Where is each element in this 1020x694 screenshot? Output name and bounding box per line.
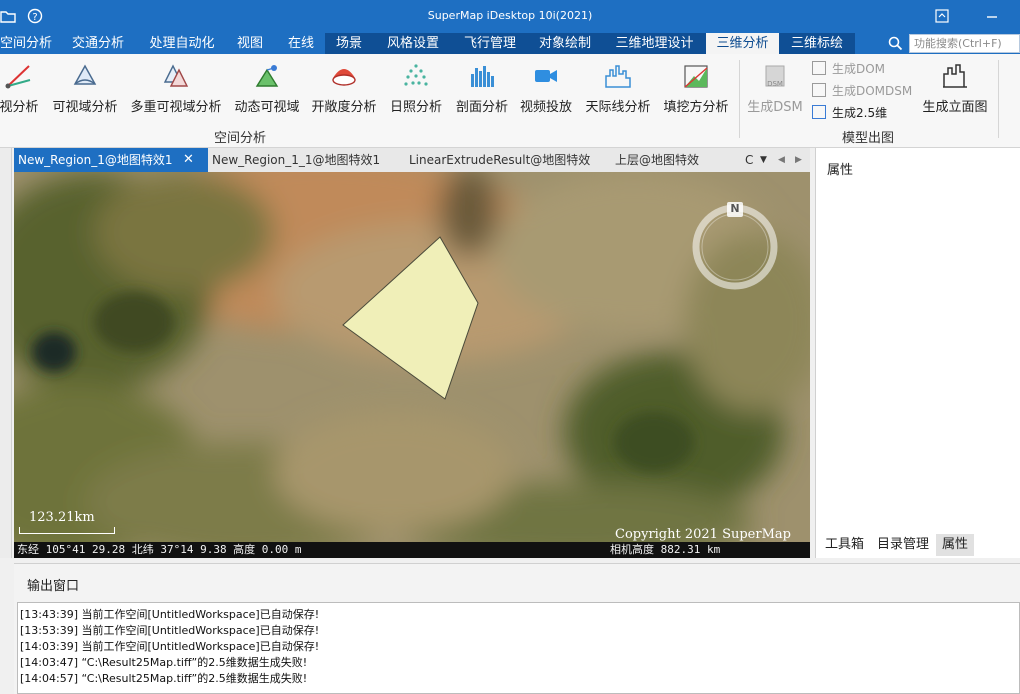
properties-title: 属性 [827, 163, 854, 178]
skyline-icon [605, 65, 631, 88]
tab-scroll-left-icon[interactable]: ◀ [774, 148, 789, 172]
restore-ribbon-icon[interactable] [934, 8, 950, 24]
doc-tab-overflow[interactable]: C [741, 148, 757, 172]
video-camera-icon [535, 70, 557, 82]
ribbon-separator [739, 60, 740, 138]
generate-25d-button[interactable]: 生成2.5维 [812, 104, 887, 122]
dom-icon [812, 61, 826, 75]
viewshed-icon [73, 64, 97, 85]
output-window: 输出窗口 [13:43:39] 当前工作空间[UntitledWorkspace… [14, 563, 1020, 694]
log-line: [14:03:47] “C:\Result25Map.tiff”的2.5维数据生… [20, 656, 308, 669]
map-view[interactable]: N 123.21km Copyright 2021 SuperMap 东经 10… [14, 172, 810, 558]
video-projection-button[interactable]: 视频投放 [516, 60, 576, 118]
ribbon-separator [998, 60, 999, 138]
output-title: 输出窗口 [27, 579, 80, 594]
dynamic-viewshed-icon [255, 65, 279, 87]
domdsm-icon [812, 83, 826, 97]
skyline-button[interactable]: 天际线分析 [582, 60, 654, 118]
doc-tab-new-region-1[interactable]: New_Region_1@地图特效1 [14, 148, 208, 172]
ribbon: 视分析 可视域分析 多重可视域分析 动态可视域 开敞度分析 日照分析 剖面分析 … [0, 54, 1020, 148]
cut-fill-icon [684, 65, 708, 88]
output-log[interactable]: [13:43:39] 当前工作空间[UntitledWorkspace]已自动保… [17, 602, 1020, 694]
tab-spatial-analysis[interactable]: 空间分析 [0, 33, 52, 54]
tab-online[interactable]: 在线 [280, 33, 322, 54]
doc-tab-new-region-1-1[interactable]: New_Region_1_1@地图特效1 [208, 148, 384, 172]
profile-button[interactable]: 剖面分析 [452, 60, 512, 118]
log-line: [13:53:39] 当前工作空间[UntitledWorkspace]已自动保… [20, 624, 320, 637]
title-bar: ? SuperMap iDesktop 10i(2021) [0, 0, 1020, 33]
tab-3d-geo-design[interactable]: 三维地理设计 [603, 33, 706, 54]
viewshed-button[interactable]: 可视域分析 [50, 60, 120, 118]
menu-bar: 空间分析 交通分析 处理自动化 视图 在线 场景 风格设置 飞行管理 对象绘制 … [0, 33, 1020, 54]
multi-viewshed-icon [163, 64, 189, 87]
tab-catalog[interactable]: 目录管理 [871, 534, 935, 556]
sunlight-button[interactable]: 日照分析 [386, 60, 446, 118]
dsm-icon: DSM [765, 65, 785, 88]
dynamic-viewshed-button[interactable]: 动态可视域 [232, 60, 302, 118]
doc-tab-upper-layer[interactable]: 上层@地图特效 [611, 148, 703, 172]
svg-text:DSM: DSM [767, 80, 783, 88]
elevation-icon [943, 64, 967, 88]
search-input[interactable]: 功能搜索(Ctrl+F) [909, 34, 1020, 53]
generate-elevation-button[interactable]: 生成立面图 [920, 60, 990, 118]
generate-dsm-button[interactable]: DSM 生成DSM [746, 60, 804, 118]
tab-scene[interactable]: 场景 [325, 33, 373, 54]
sight-line-icon [5, 65, 31, 89]
spatial-analysis-group-label: 空间分析 [214, 131, 267, 146]
tab-3d-plot[interactable]: 三维标绘 [779, 33, 855, 54]
tab-flight[interactable]: 飞行管理 [453, 33, 527, 54]
model-output-group-label: 模型出图 [842, 131, 895, 146]
window-title: SuperMap iDesktop 10i(2021) [427, 9, 593, 22]
doc-tab-linear-extrude[interactable]: LinearExtrudeResult@地图特效 [405, 148, 594, 172]
search-icon[interactable] [888, 36, 903, 51]
document-tab-bar: New_Region_1@地图特效1 ✕ New_Region_1_1@地图特效… [14, 148, 810, 172]
generate-dom-button[interactable]: 生成DOM [812, 60, 885, 78]
tab-properties[interactable]: 属性 [936, 534, 975, 556]
compass-north-label: N [730, 202, 740, 215]
tab-scroll-right-icon[interactable]: ▶ [791, 148, 806, 172]
log-line: [14:03:39] 当前工作空间[UntitledWorkspace]已自动保… [20, 640, 320, 653]
copyright-label: Copyright 2021 SuperMap [615, 527, 791, 542]
minimize-icon[interactable] [984, 8, 1000, 24]
tab-style[interactable]: 风格设置 [373, 33, 453, 54]
sunlight-icon [404, 64, 428, 86]
tab-view[interactable]: 视图 [229, 33, 271, 54]
scale-label: 123.21km [29, 510, 95, 525]
coordinate-readout: 东经 105°41 29.28 北纬 37°14 9.38 高度 0.00 m [17, 543, 302, 556]
log-line: [14:04:57] “C:\Result25Map.tiff”的2.5维数据生… [20, 672, 308, 685]
multi-viewshed-button[interactable]: 多重可视域分析 [128, 60, 224, 118]
generate-domdsm-button[interactable]: 生成DOMDSM [812, 82, 912, 100]
tab-toolbox[interactable]: 工具箱 [819, 534, 870, 556]
tab-3d-analysis[interactable]: 三维分析 [706, 33, 779, 54]
close-icon[interactable]: ✕ [183, 148, 194, 172]
scale-bar [19, 527, 115, 534]
cut-fill-button[interactable]: 填挖方分析 [660, 60, 732, 118]
openness-button[interactable]: 开敞度分析 [308, 60, 380, 118]
camera-height-readout: 相机高度 882.31 km [610, 543, 721, 556]
sight-analysis-button[interactable]: 视分析 [0, 60, 42, 118]
openness-icon [332, 69, 356, 86]
twohalf-d-icon [812, 105, 826, 119]
log-line: [13:43:39] 当前工作空间[UntitledWorkspace]已自动保… [20, 608, 320, 621]
left-dock-strip[interactable] [0, 148, 12, 558]
profile-icon [471, 66, 494, 87]
tab-traffic-analysis[interactable]: 交通分析 [64, 33, 132, 54]
tab-automation[interactable]: 处理自动化 [142, 33, 222, 54]
coordinate-bar: 东经 105°41 29.28 北纬 37°14 9.38 高度 0.00 m … [14, 542, 810, 558]
properties-panel: 属性 工具箱 目录管理 属性 [815, 148, 1020, 558]
tab-object-draw[interactable]: 对象绘制 [527, 33, 603, 54]
tab-list-chevron-down-icon[interactable]: ▼ [756, 148, 771, 172]
